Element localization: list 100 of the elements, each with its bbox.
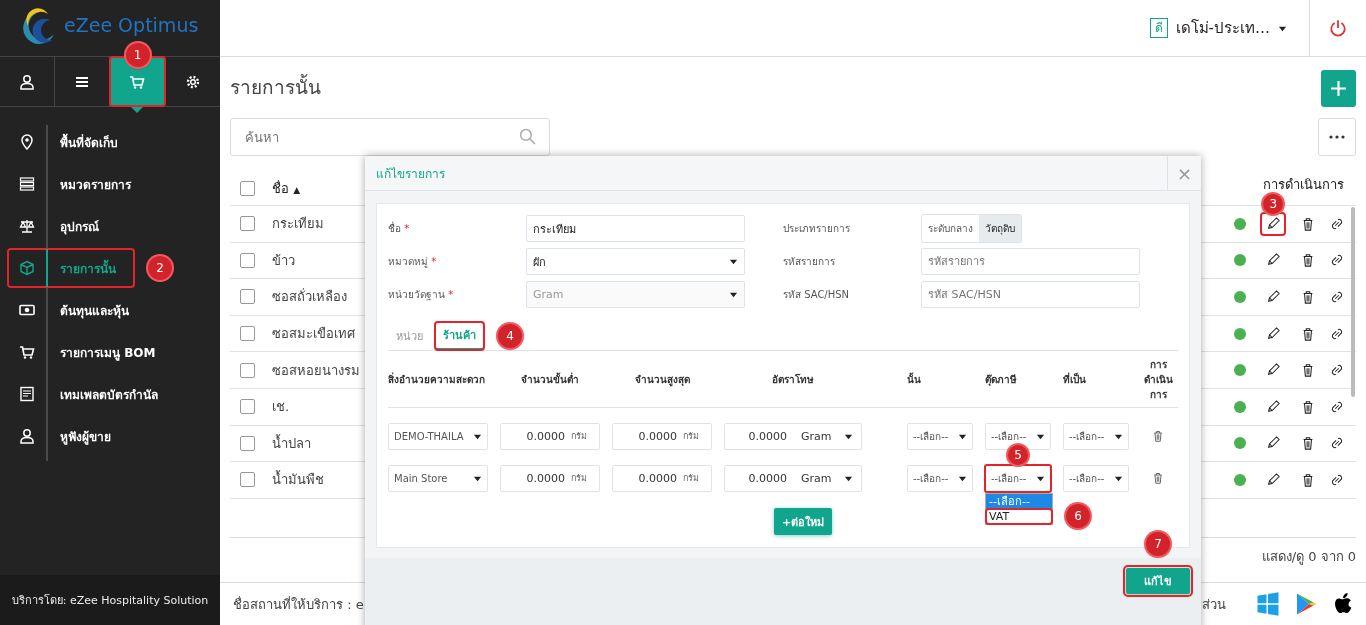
dropdown[interactable]: --เลือก-- <box>1063 464 1129 492</box>
table-cell-text: ซอสถั่วเหลือง <box>272 287 347 307</box>
table-cell-text: กระเทียม <box>272 215 324 234</box>
play-store-icon[interactable] <box>1294 592 1318 616</box>
input-field[interactable]: รหัสรายการ <box>921 248 1140 275</box>
field-label: รหัส SAC/HSN <box>783 288 851 302</box>
step-badge: 2 <box>148 256 172 280</box>
menu-item[interactable]: ต้นทุนและหุ้น <box>8 291 147 329</box>
dropdown[interactable]: Main Store <box>388 464 488 492</box>
checkbox[interactable] <box>240 180 255 196</box>
link-icon[interactable] <box>1330 253 1344 268</box>
checkbox[interactable] <box>240 289 255 305</box>
table-cell-text: ซอสหอยนางรม <box>272 361 360 380</box>
field-label: ชื่อ * <box>388 221 411 236</box>
dropdown[interactable]: DEMO-THAILA <box>388 422 488 450</box>
card-icon <box>19 386 35 402</box>
person-icon <box>19 428 35 444</box>
step-badge: 3 <box>1263 193 1284 214</box>
dropdown[interactable]: --เลือก-- <box>1063 422 1129 450</box>
checkbox[interactable] <box>240 435 255 451</box>
sort-arrow: ▲ <box>293 184 301 195</box>
checkbox[interactable] <box>240 472 255 488</box>
step-badge: 4 <box>498 324 522 348</box>
checkbox[interactable] <box>240 362 255 378</box>
dropdown-option[interactable]: VAT <box>986 508 1052 524</box>
number-field[interactable]: 0.0000 กรัม <box>500 422 600 450</box>
step-badge: 1 <box>125 43 150 67</box>
menu-item[interactable]: อุปกรณ์ <box>8 207 117 245</box>
menu-item[interactable]: รายการนั้น <box>8 249 134 287</box>
link-icon[interactable] <box>1330 290 1344 304</box>
search-field[interactable]: ค้นหา <box>230 118 550 156</box>
dropdown[interactable]: ผัก <box>526 248 745 275</box>
dropdown[interactable]: --เลือก-- <box>907 422 973 450</box>
column-header: จำนวนสูงสุด <box>633 372 691 387</box>
link-icon[interactable] <box>1330 216 1344 231</box>
table-cell-text: ซอสมะเขือเทศ <box>272 325 355 344</box>
segment-button[interactable]: วัตถุดิบ <box>979 215 1021 242</box>
checkbox[interactable] <box>240 399 255 415</box>
step-badge: 5 <box>1008 444 1028 465</box>
pencil-icon <box>1266 472 1281 487</box>
field-label: หน่วยวัดฐาน * <box>388 288 455 302</box>
pencil-icon <box>1266 290 1281 304</box>
checkbox[interactable] <box>240 326 255 342</box>
pencil-icon <box>1266 363 1281 378</box>
dialog-title: แก้ไขรายการ <box>375 165 445 183</box>
menu-item[interactable]: เทมเพลตบัตรกำนัล <box>8 375 176 413</box>
list-icon <box>19 176 35 192</box>
pencil-icon <box>1266 216 1281 231</box>
column-header: ตุ๊ดภาษี <box>985 372 1018 387</box>
menu-item[interactable]: พื้นที่จัดเก็บ <box>8 123 136 161</box>
number-field[interactable]: 0.0000 กรัม <box>500 464 600 492</box>
user-name: เดโม่-ประเท… <box>1175 18 1270 39</box>
language-badge: ดี <box>1149 18 1168 38</box>
field-label: รหัสรายการ <box>783 255 836 269</box>
number-field[interactable]: 0.0000 กรัม <box>612 464 712 492</box>
column-header: อัตราโทษ <box>771 372 815 387</box>
plus-icon <box>1330 79 1347 97</box>
menu-item[interactable]: หูฟังผู้ขาย <box>8 417 129 455</box>
add-button[interactable] <box>1321 69 1356 107</box>
dropdown[interactable]: --เลือก-- <box>907 464 973 492</box>
caret-icon <box>729 290 738 299</box>
checkbox[interactable] <box>240 216 255 232</box>
cart-icon <box>19 344 35 360</box>
banknote-icon <box>19 302 35 318</box>
location-pin-icon <box>19 134 35 150</box>
field-label: หมวดหมู่ * <box>388 255 438 269</box>
menu-item[interactable]: รายการเมนู BOM <box>8 333 174 371</box>
box-icon <box>19 260 35 276</box>
link-icon[interactable] <box>1330 326 1344 341</box>
menu-item[interactable]: หมวดรายการ <box>8 165 149 203</box>
location-text: ชื่อสถานที่ให้บริการ : e <box>233 595 365 614</box>
link-icon[interactable] <box>1330 363 1344 378</box>
table-cell-text: ข้าว <box>272 251 295 270</box>
dropdown[interactable]: --เลือก-- <box>985 422 1051 450</box>
scale-icon <box>19 218 35 234</box>
checkbox[interactable] <box>240 252 255 268</box>
rate-field[interactable]: 0.0000 Gram <box>724 464 862 492</box>
more-icon <box>1329 135 1345 139</box>
column-header: ที่เป็น <box>1063 371 1087 387</box>
settings-icon <box>184 73 201 90</box>
edit-button[interactable] <box>1261 212 1286 235</box>
table-cell-text: น้ำปลา <box>272 433 311 453</box>
dropdown-option[interactable]: --เลือก-- <box>986 493 1052 509</box>
windows-icon[interactable] <box>1256 592 1280 616</box>
step-badge: 6 <box>1066 504 1090 528</box>
input-field[interactable]: กระเทียม <box>526 215 745 242</box>
column-header[interactable]: ชื่อ ▲ <box>272 177 301 199</box>
column-header: การดำเนินการ <box>1262 176 1345 194</box>
rate-field[interactable]: 0.0000 Gram <box>724 422 862 450</box>
number-field[interactable]: 0.0000 กรัม <box>612 422 712 450</box>
link-icon[interactable] <box>1330 472 1344 487</box>
power-icon[interactable] <box>1329 19 1347 37</box>
user-menu[interactable]: ดี เดโม่-ประเท… <box>1149 16 1309 40</box>
column-header: นั้น <box>907 371 922 387</box>
input-field[interactable]: รหัส SAC/HSN <box>921 281 1140 308</box>
dropdown[interactable]: --เลือก-- <box>985 464 1051 492</box>
link-icon[interactable] <box>1330 399 1344 414</box>
logo-text: eZee Optimus <box>64 14 199 36</box>
link-icon[interactable] <box>1330 436 1344 451</box>
footer-text: ส่วน <box>1202 595 1226 614</box>
